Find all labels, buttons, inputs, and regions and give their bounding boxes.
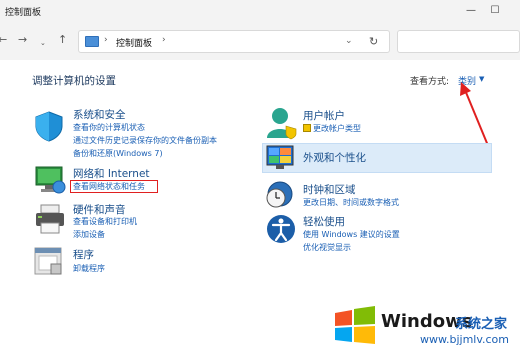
- up-button[interactable]: ↑: [58, 33, 67, 47]
- ease-of-access-icon[interactable]: [266, 214, 296, 244]
- window-title: 控制面板: [5, 8, 42, 18]
- view-by-label: 查看方式:: [410, 77, 450, 87]
- search-input[interactable]: [397, 30, 520, 53]
- address-dropdown-icon[interactable]: ⌄: [345, 36, 353, 46]
- link-optimize-visual-display[interactable]: 优化视觉显示: [303, 242, 351, 253]
- printer-icon[interactable]: [33, 203, 67, 235]
- control-panel-icon: [85, 36, 99, 47]
- link-windows-recommended-settings[interactable]: 使用 Windows 建议的设置: [303, 229, 400, 240]
- navigation-bar: ← → ⌄ ↑ › 控制面板 › ⌄ ↻: [0, 22, 520, 60]
- programs-icon[interactable]: [33, 246, 65, 278]
- link-file-history-backup[interactable]: 通过文件历史记录保存你的文件备份副本: [73, 135, 217, 146]
- breadcrumb-chevron-icon[interactable]: ›: [162, 35, 166, 45]
- watermark-site-name: 系统之家: [455, 317, 508, 332]
- watermark-url: www.bjjmlv.com: [420, 333, 509, 346]
- link-view-computer-status[interactable]: 查看你的计算机状态: [73, 122, 145, 133]
- category-network-internet[interactable]: 网络和 Internet: [73, 166, 150, 181]
- address-separator: ›: [104, 35, 108, 45]
- refresh-button[interactable]: ↻: [369, 35, 378, 48]
- title-bar: 控制面板 — ☐: [0, 0, 520, 22]
- category-system-security[interactable]: 系统和安全: [73, 107, 126, 122]
- network-icon[interactable]: [33, 165, 67, 195]
- appearance-hover-highlight: [262, 143, 492, 173]
- red-arrow-annotation: [460, 82, 490, 149]
- back-button[interactable]: ←: [0, 33, 7, 47]
- minimize-button[interactable]: —: [462, 3, 480, 19]
- link-add-device[interactable]: 添加设备: [73, 229, 105, 240]
- category-appearance-personalization[interactable]: 外观和个性化: [303, 150, 366, 165]
- uac-shield-icon: [303, 124, 311, 132]
- link-change-date-time-format[interactable]: 更改日期、时间或数字格式: [303, 197, 399, 208]
- maximize-button[interactable]: ☐: [486, 3, 504, 19]
- user-accounts-icon[interactable]: [266, 106, 298, 140]
- category-hardware-sound[interactable]: 硬件和声音: [73, 202, 126, 217]
- category-programs[interactable]: 程序: [73, 247, 94, 262]
- shield-icon[interactable]: [33, 110, 65, 142]
- category-user-accounts[interactable]: 用户帐户: [303, 108, 345, 123]
- link-change-account-type[interactable]: 更改帐户类型: [313, 123, 361, 134]
- category-clock-region[interactable]: 时钟和区域: [303, 182, 356, 197]
- address-bar[interactable]: › 控制面板 › ⌄ ↻: [78, 30, 390, 53]
- history-dropdown-icon[interactable]: ⌄: [40, 36, 46, 50]
- breadcrumb-control-panel[interactable]: 控制面板: [116, 36, 152, 49]
- appearance-icon[interactable]: [266, 145, 296, 171]
- page-title: 调整计算机的设置: [32, 75, 116, 87]
- category-ease-of-access[interactable]: 轻松使用: [303, 214, 345, 229]
- forward-button[interactable]: →: [18, 33, 27, 47]
- link-devices-printers[interactable]: 查看设备和打印机: [73, 216, 137, 227]
- clock-globe-icon[interactable]: [266, 180, 296, 210]
- link-uninstall-program[interactable]: 卸载程序: [73, 263, 105, 274]
- red-highlight-annotation: [70, 180, 158, 193]
- link-backup-restore[interactable]: 备份和还原(Windows 7): [73, 148, 163, 159]
- windows-logo-icon: [335, 306, 375, 344]
